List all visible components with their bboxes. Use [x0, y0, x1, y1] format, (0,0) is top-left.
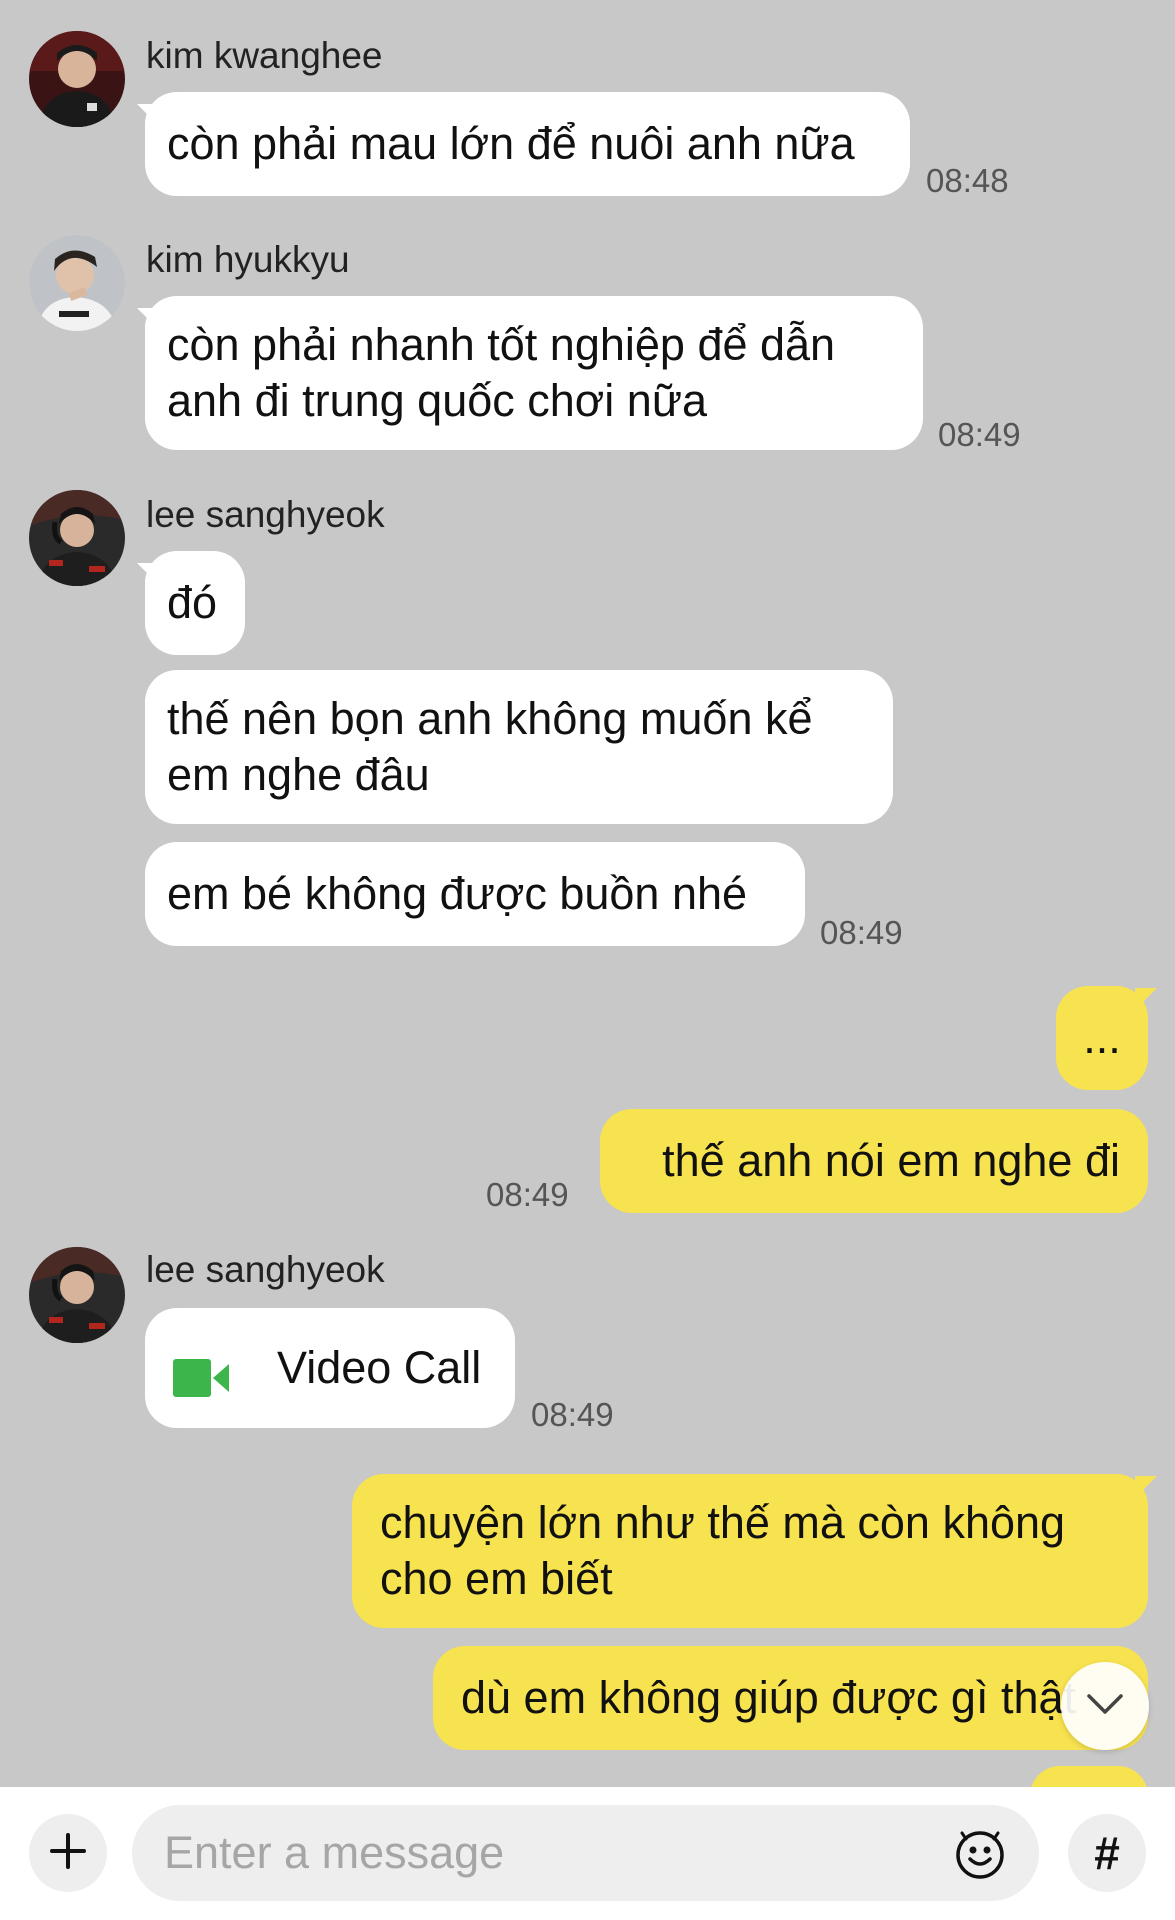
- message-time: 08:48: [926, 162, 1009, 199]
- message-text-line: thế nên bọn anh không muốn kể: [167, 693, 813, 744]
- message-text-line: anh đi trung quốc chơi nữa: [167, 375, 707, 426]
- message-text: ...: [1083, 1012, 1121, 1063]
- message-text: còn phải mau lớn để nuôi anh nữa: [167, 118, 855, 169]
- emoji-button[interactable]: [954, 1829, 1006, 1886]
- message-bubble[interactable]: em bé không được buồn nhé: [145, 842, 805, 946]
- hashtag-button[interactable]: #: [1068, 1814, 1146, 1892]
- sender-name: kim kwanghee: [146, 35, 383, 76]
- message-bubble-outgoing[interactable]: ...: [1056, 986, 1148, 1090]
- message-composer: #: [0, 1787, 1175, 1920]
- message-bubble[interactable]: thế nên bọn anh không muốn kể em nghe đâ…: [145, 670, 893, 824]
- avatar-lee-sanghyeok[interactable]: [29, 490, 125, 586]
- message-bubble[interactable]: còn phải nhanh tốt nghiệp để dẫn anh đi …: [145, 296, 923, 450]
- message-text-line: chuyện lớn như thế mà còn không: [380, 1497, 1066, 1548]
- message-time: 08:49: [820, 914, 903, 951]
- message-time: 08:49: [938, 416, 1021, 453]
- emoji-icon: [956, 1831, 1004, 1879]
- message-text: thế anh nói em nghe đi: [662, 1135, 1120, 1186]
- message-text: đó: [167, 577, 218, 628]
- video-camera-icon: [173, 1354, 229, 1410]
- sender-name: lee sanghyeok: [146, 1249, 385, 1290]
- message-bubble[interactable]: còn phải mau lớn để nuôi anh nữa: [145, 92, 910, 196]
- message-bubble-outgoing[interactable]: dù em không giúp được gì thật: [433, 1646, 1148, 1750]
- chevron-down-icon: [1085, 1692, 1125, 1721]
- avatar-kim-kwanghee[interactable]: [29, 31, 125, 127]
- message-time: 08:49: [486, 1176, 569, 1213]
- scroll-to-bottom-button[interactable]: [1061, 1662, 1149, 1750]
- message-text: dù em không giúp được gì thật: [461, 1672, 1077, 1723]
- video-call-label: Video Call: [277, 1342, 482, 1393]
- sender-name: lee sanghyeok: [146, 494, 385, 535]
- chat-area[interactable]: kim kwanghee còn phải mau lớn để nuôi an…: [0, 0, 1175, 1787]
- message-time: 08:49: [531, 1396, 614, 1433]
- video-call-bubble[interactable]: Video Call: [145, 1308, 515, 1428]
- plus-icon: [48, 1831, 88, 1876]
- message-bubble-outgoing[interactable]: thế anh nói em nghe đi: [600, 1109, 1148, 1213]
- attach-button[interactable]: [29, 1814, 107, 1892]
- message-bubble-outgoing[interactable]: chuyện lớn như thế mà còn không cho em b…: [352, 1474, 1148, 1628]
- message-text-line: còn phải nhanh tốt nghiệp để dẫn: [167, 319, 836, 370]
- avatar-lee-sanghyeok[interactable]: [29, 1247, 125, 1343]
- message-input[interactable]: [132, 1805, 1039, 1901]
- message-text-line: em nghe đâu: [167, 749, 430, 800]
- sender-name: kim hyukkyu: [146, 239, 350, 280]
- message-text-line: cho em biết: [380, 1553, 613, 1604]
- hashtag-icon: #: [1094, 1827, 1120, 1879]
- message-bubble[interactable]: đó: [145, 551, 245, 655]
- message-bubble-outgoing-partial[interactable]: [1030, 1766, 1148, 1787]
- message-text: em bé không được buồn nhé: [167, 868, 748, 919]
- avatar-kim-hyukkyu[interactable]: [29, 235, 125, 331]
